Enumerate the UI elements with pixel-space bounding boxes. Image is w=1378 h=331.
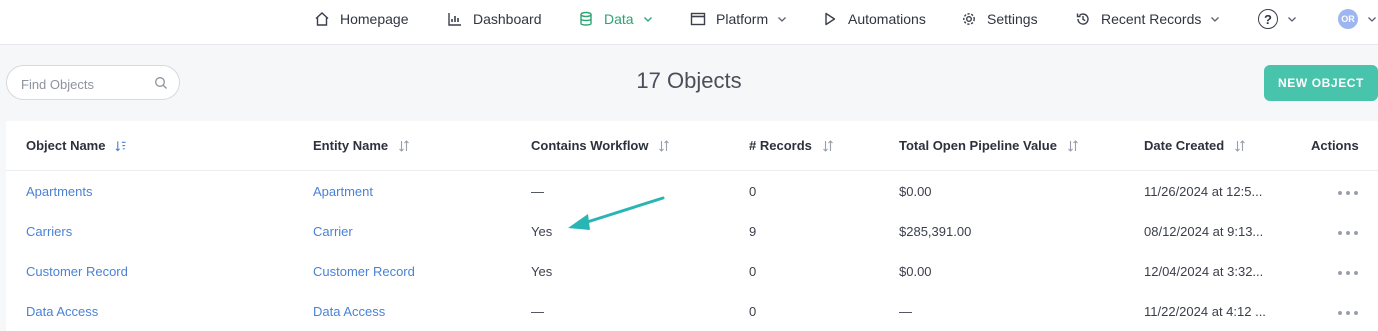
column-header-total-open-pipeline-value[interactable]: Total Open Pipeline Value [899,138,1079,153]
sort-icon[interactable] [1234,139,1246,152]
nav-data[interactable]: Data [578,0,653,38]
nav-settings-label: Settings [987,11,1038,27]
page-title: 17 Objects [636,68,742,93]
chevron-down-icon [1210,14,1220,24]
more-actions-icon[interactable] [1338,311,1360,317]
chart-icon [447,11,463,27]
table-row[interactable]: Carriers Carrier Yes 9 $285,391.00 08/12… [6,211,1378,251]
sort-icon[interactable] [1067,139,1079,152]
nav-platform[interactable]: Platform [690,0,787,38]
nav-data-label: Data [604,11,634,27]
nav-settings[interactable]: Settings [961,0,1038,38]
database-icon [578,11,594,27]
object-name-link[interactable]: Data Access [26,304,98,319]
help-menu[interactable]: ? [1258,0,1297,38]
column-header-label: Date Created [1144,138,1225,153]
column-header-label: Contains Workflow [531,138,649,153]
table-row[interactable]: Customer Record Customer Record Yes 0 $0… [6,251,1378,291]
objects-table: Object Name Entity Name Contains Workflo… [6,121,1378,331]
date-created-cell: 11/22/2024 at 4:12 ... [1144,304,1266,319]
table-row[interactable]: Apartments Apartment — 0 $0.00 11/26/202… [6,171,1378,211]
entity-name-link[interactable]: Customer Record [313,264,415,279]
workflow-cell: — [531,184,544,199]
window-icon [690,11,706,27]
annotation-arrow-icon [568,196,665,230]
column-header-object-name[interactable]: Object Name [26,138,127,153]
records-cell: 0 [749,184,757,199]
column-header-label: Entity Name [313,138,389,153]
chevron-down-icon [1287,14,1297,24]
column-header-label: Total Open Pipeline Value [899,138,1057,153]
sort-active-icon[interactable] [115,140,127,152]
pipeline-cell: $285,391.00 [899,224,972,239]
column-header-label: # Records [749,138,812,153]
records-cell: 0 [749,264,757,279]
date-created-cell: 11/26/2024 at 12:5... [1144,184,1263,199]
help-icon: ? [1258,9,1278,29]
nav-dashboard-label: Dashboard [473,11,542,27]
column-header-entity-name[interactable]: Entity Name [313,138,410,153]
pipeline-cell: $0.00 [899,184,932,199]
user-menu[interactable]: OR [1338,0,1377,38]
entity-name-link[interactable]: Data Access [313,304,385,319]
workflow-cell: Yes [531,224,553,239]
chevron-down-icon [1367,14,1377,24]
chevron-down-icon [643,14,653,24]
home-icon [314,11,330,27]
date-created-cell: 08/12/2024 at 9:13... [1144,224,1264,239]
nav-dashboard[interactable]: Dashboard [447,0,542,38]
column-header-contains-workflow[interactable]: Contains Workflow [531,138,670,153]
object-name-link[interactable]: Customer Record [26,264,128,279]
records-cell: 9 [749,224,757,239]
top-navigation-bar: Homepage Dashboard Data Platform Automat… [0,0,1378,45]
chevron-down-icon [777,14,787,24]
play-icon [822,11,838,27]
nav-automations-label: Automations [848,11,926,27]
sort-icon[interactable] [822,139,834,152]
entity-name-link[interactable]: Apartment [313,184,373,199]
column-header-actions: Actions [1311,138,1359,153]
object-name-link[interactable]: Carriers [26,224,72,239]
nav-automations[interactable]: Automations [822,0,926,38]
pipeline-cell: — [899,304,912,319]
object-name-link[interactable]: Apartments [26,184,92,199]
nav-recent-records-label: Recent Records [1101,11,1202,27]
sort-icon[interactable] [658,139,670,152]
table-row[interactable]: Data Access Data Access — 0 — 11/22/2024… [6,291,1378,331]
more-actions-icon[interactable] [1338,271,1360,277]
nav-platform-label: Platform [716,11,769,27]
more-actions-icon[interactable] [1338,191,1360,197]
new-object-button[interactable]: NEW OBJECT [1264,65,1378,101]
nav-homepage-label: Homepage [340,11,409,27]
column-header-label: Object Name [26,138,106,153]
workflow-cell: — [531,304,544,319]
pipeline-cell: $0.00 [899,264,932,279]
avatar: OR [1338,9,1358,29]
gear-icon [961,11,977,27]
column-header-label: Actions [1311,138,1359,153]
nav-homepage[interactable]: Homepage [314,0,409,38]
date-created-cell: 12/04/2024 at 3:32... [1144,264,1264,279]
column-header-records[interactable]: # Records [749,138,834,153]
history-icon [1075,11,1091,27]
more-actions-icon[interactable] [1338,231,1360,237]
nav-recent-records[interactable]: Recent Records [1075,0,1220,38]
sort-icon[interactable] [398,139,410,152]
workflow-cell: Yes [531,264,553,279]
entity-name-link[interactable]: Carrier [313,224,353,239]
column-header-date-created[interactable]: Date Created [1144,138,1246,153]
records-cell: 0 [749,304,757,319]
